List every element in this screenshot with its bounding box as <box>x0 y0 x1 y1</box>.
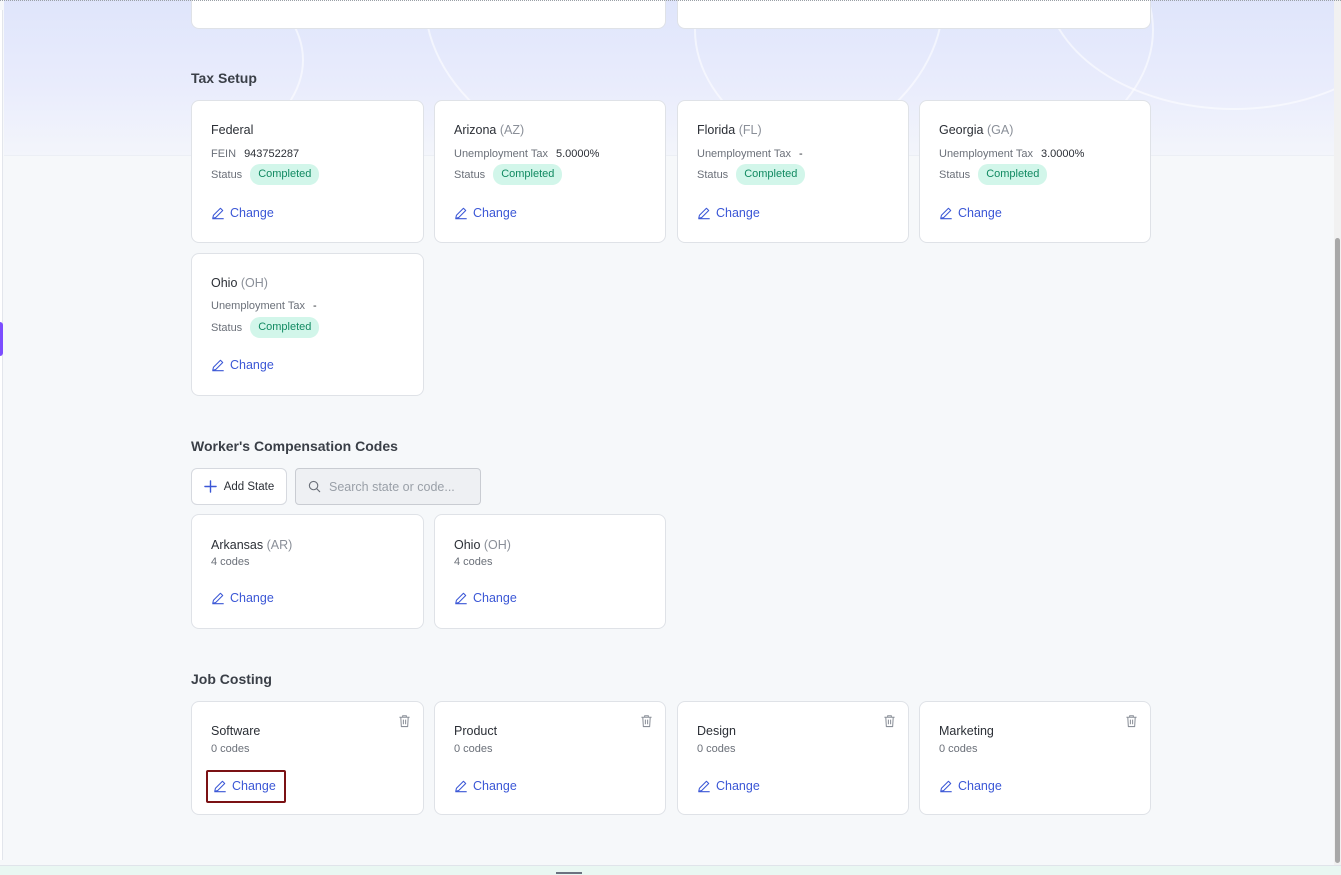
previous-section-card <box>677 0 1151 29</box>
job-card-title: Product <box>454 724 498 738</box>
change-button[interactable]: Change <box>939 779 1002 793</box>
codes-count: 0 codes <box>697 743 736 755</box>
change-button[interactable]: Change <box>454 591 517 605</box>
wc-card-arkansas: Arkansas (AR) 4 codes Change <box>191 514 424 629</box>
status-row: Status Completed <box>454 164 563 185</box>
tax-card-florida: Florida (FL) Unemployment Tax - Status Com… <box>677 100 909 243</box>
fein-row: FEIN 943752287 <box>211 148 300 160</box>
codes-count: 4 codes <box>211 556 250 568</box>
search-state-field[interactable] <box>295 468 481 505</box>
add-state-button[interactable]: Add State <box>191 468 287 505</box>
trash-icon[interactable] <box>640 714 653 728</box>
previous-section-card <box>191 0 666 29</box>
pencil-icon <box>698 780 710 793</box>
wc-card-title: Arkansas (AR) <box>211 538 293 552</box>
status-row: Status Completed <box>211 164 320 185</box>
tax-card-title: Ohio (OH) <box>211 276 268 290</box>
pencil-icon <box>212 207 224 220</box>
status-badge: Completed <box>250 317 320 338</box>
tax-setup-title: Tax Setup <box>191 70 257 86</box>
trash-icon[interactable] <box>1125 714 1138 728</box>
unemployment-tax-row: Unemployment Tax 3.0000% <box>939 148 1085 160</box>
codes-count: 0 codes <box>454 743 493 755</box>
job-costing-title: Job Costing <box>191 671 272 687</box>
top-dotted-border <box>0 0 1341 2</box>
job-card-title: Software <box>211 724 261 738</box>
wc-card-ohio: Ohio (OH) 4 codes Change <box>434 514 666 629</box>
tax-card-title: Federal <box>211 123 254 137</box>
change-button[interactable]: Change <box>206 770 286 803</box>
tax-card-title: Arizona (AZ) <box>454 123 525 137</box>
pencil-icon <box>212 592 224 605</box>
trash-icon[interactable] <box>398 714 411 728</box>
bottom-drag-handle[interactable] <box>556 872 582 874</box>
pencil-icon <box>940 207 952 220</box>
pencil-icon <box>212 359 224 372</box>
tax-card-title: Florida (FL) <box>697 123 762 137</box>
change-button[interactable]: Change <box>211 591 274 605</box>
wc-card-title: Ohio (OH) <box>454 538 511 552</box>
pencil-icon <box>214 780 226 793</box>
job-card-software: Software 0 codes Change <box>191 701 424 815</box>
pencil-icon <box>455 207 467 220</box>
codes-count: 0 codes <box>939 743 978 755</box>
job-card-design: Design 0 codes Change <box>677 701 909 815</box>
tax-card-arizona: Arizona (AZ) Unemployment Tax 5.0000% Sta… <box>434 100 666 243</box>
status-row: Status Completed <box>697 164 806 185</box>
left-sidebar-edge <box>0 10 3 860</box>
pencil-icon <box>455 592 467 605</box>
codes-count: 0 codes <box>211 743 250 755</box>
tax-card-georgia: Georgia (GA) Unemployment Tax 3.0000% Sta… <box>919 100 1151 243</box>
unemployment-tax-row: Unemployment Tax - <box>697 148 803 160</box>
tax-card-title: Georgia (GA) <box>939 123 1014 137</box>
unemployment-tax-row: Unemployment Tax 5.0000% <box>454 148 600 160</box>
job-card-title: Marketing <box>939 724 994 738</box>
search-icon <box>308 480 321 493</box>
change-button[interactable]: Change <box>454 206 517 220</box>
plus-icon <box>203 480 217 493</box>
status-row: Status Completed <box>211 317 320 338</box>
status-row: Status Completed <box>939 164 1048 185</box>
status-badge: Completed <box>493 164 563 185</box>
job-card-title: Design <box>697 724 736 738</box>
change-button[interactable]: Change <box>211 358 274 372</box>
codes-count: 4 codes <box>454 556 493 568</box>
status-badge: Completed <box>736 164 806 185</box>
change-button[interactable]: Change <box>211 206 274 220</box>
change-button[interactable]: Change <box>454 779 517 793</box>
job-card-product: Product 0 codes Change <box>434 701 666 815</box>
trash-icon[interactable] <box>883 714 896 728</box>
tax-card-ohio: Ohio (OH) Unemployment Tax - Status Comple… <box>191 253 424 396</box>
status-badge: Completed <box>250 164 320 185</box>
tax-card-federal: Federal FEIN 943752287 Status Completed Ch… <box>191 100 424 243</box>
job-card-marketing: Marketing 0 codes Change <box>919 701 1151 815</box>
change-button[interactable]: Change <box>697 779 760 793</box>
change-button[interactable]: Change <box>939 206 1002 220</box>
pencil-icon <box>940 780 952 793</box>
bottom-bar <box>0 865 1341 875</box>
pencil-icon <box>698 207 710 220</box>
scrollbar-thumb[interactable] <box>1335 238 1340 863</box>
change-button[interactable]: Change <box>697 206 760 220</box>
fein-value: 943752287 <box>244 148 300 160</box>
sidebar-active-marker[interactable] <box>0 322 3 356</box>
unemployment-tax-row: Unemployment Tax - <box>211 300 317 312</box>
search-state-input[interactable] <box>329 479 469 494</box>
pencil-icon <box>455 780 467 793</box>
status-badge: Completed <box>978 164 1048 185</box>
workers-comp-title: Worker's Compensation Codes <box>191 438 398 454</box>
